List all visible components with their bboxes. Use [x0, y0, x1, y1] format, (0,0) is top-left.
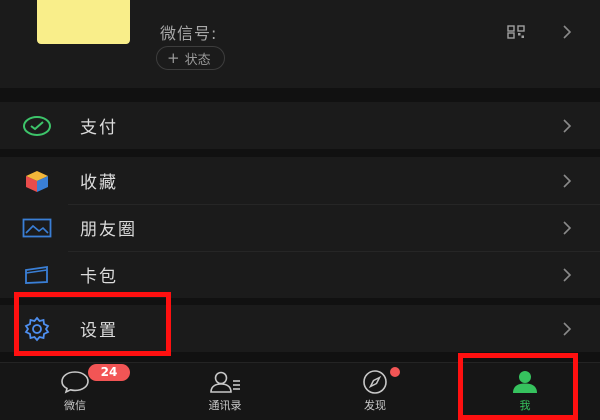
status-label: 状态: [184, 52, 211, 68]
tab-label-chats: 微信: [64, 399, 86, 412]
tab-label-contacts: 通讯录: [208, 399, 242, 412]
menu-label-settings: 设置: [80, 321, 118, 341]
chevron-right-icon: [563, 268, 572, 282]
wechat-id-label: 微信号:: [160, 24, 218, 43]
picture-icon: [22, 216, 52, 240]
chevron-right-icon: [563, 119, 572, 133]
cube-icon: [22, 169, 52, 193]
person-icon: [508, 370, 542, 394]
plus-icon: +: [167, 49, 180, 67]
menu-group-content: 收藏 朋友圈 卡包: [0, 157, 600, 298]
gear-icon: [22, 316, 52, 341]
menu-item-cards[interactable]: 卡包: [0, 251, 600, 298]
menu-item-settings[interactable]: 设置: [0, 305, 600, 352]
qr-code-icon[interactable]: [507, 25, 525, 39]
chevron-right-icon: [563, 25, 572, 39]
new-content-dot: [390, 367, 400, 377]
card-wallet-icon: [22, 263, 52, 287]
menu-item-favorites[interactable]: 收藏: [0, 157, 600, 204]
menu-item-moments[interactable]: 朋友圈: [0, 204, 600, 251]
menu-label-cards: 卡包: [80, 267, 118, 287]
menu-label-pay: 支付: [80, 118, 118, 138]
chevron-right-icon: [563, 221, 572, 235]
wechat-me-screen: 微信号: + 状态 支付 收藏 朋友圈 卡包 设置 微信 24 通讯录 发现 我: [0, 0, 600, 420]
menu-group-pay: 支付: [0, 102, 600, 149]
profile-header[interactable]: 微信号: + 状态: [0, 0, 600, 88]
menu-item-pay[interactable]: 支付: [0, 102, 600, 149]
avatar[interactable]: [37, 0, 130, 44]
menu-label-moments: 朋友圈: [80, 220, 137, 240]
wallet-check-icon: [22, 114, 52, 138]
menu-label-favorites: 收藏: [80, 173, 118, 193]
chevron-right-icon: [563, 174, 572, 188]
contacts-icon: [208, 370, 242, 394]
chat-bubble-icon: [58, 370, 92, 394]
tab-label-me: 我: [519, 399, 531, 412]
tab-discover[interactable]: 发现: [315, 363, 435, 420]
menu-group-settings: 设置: [0, 305, 600, 352]
tab-me[interactable]: 我: [465, 363, 585, 420]
bottom-tab-bar: 微信 24 通讯录 发现 我: [0, 362, 600, 420]
status-button[interactable]: + 状态: [156, 46, 225, 70]
tab-contacts[interactable]: 通讯录: [165, 363, 285, 420]
unread-badge: 24: [88, 364, 130, 381]
tab-label-discover: 发现: [364, 399, 386, 412]
compass-icon: [358, 370, 392, 394]
chevron-right-icon: [563, 322, 572, 336]
